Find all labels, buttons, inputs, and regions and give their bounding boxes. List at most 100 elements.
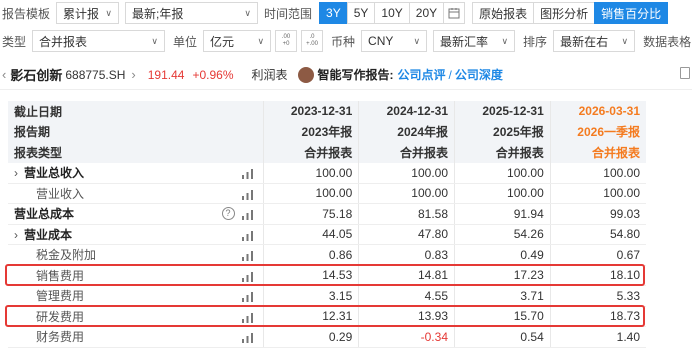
avatar <box>297 66 314 83</box>
decimal-increase-icon[interactable]: .00 +0 <box>275 30 298 52</box>
header-cell: 合并报表 <box>262 142 359 163</box>
currency-label: 币种 <box>331 34 356 49</box>
stock-name[interactable]: 影石创新 <box>10 65 62 84</box>
table-row[interactable]: 财务费用 0.29 -0.34 0.54 1.40 <box>8 326 646 348</box>
value-cell: 100.00 <box>262 183 359 204</box>
calendar-icon[interactable] <box>443 2 466 24</box>
bar-chart-icon[interactable] <box>241 250 253 261</box>
view-sales-pct-button[interactable]: 销售百分比 <box>594 2 669 24</box>
table-row[interactable]: 管理费用 3.15 4.55 3.71 5.33 <box>8 285 646 307</box>
header-cell: 合并报表 <box>549 142 646 163</box>
value-cell: 54.26 <box>454 224 551 245</box>
row-label-cell: 财务费用 <box>8 326 263 348</box>
value-cell: 81.58 <box>358 203 455 225</box>
row-label: 财务费用 <box>36 330 85 345</box>
value-cell: -0.34 <box>358 326 455 348</box>
ai-report-label: 智能写作报告: <box>317 68 394 82</box>
range-20y-button[interactable]: 20Y <box>408 2 445 24</box>
row-label-cell: 税金及附加 <box>8 244 263 266</box>
rate-select[interactable]: 最新汇率 ∨ <box>433 30 516 52</box>
back-chevron-icon[interactable]: ‹ <box>2 67 6 82</box>
table-row[interactable]: 营业总成本? 75.18 81.58 91.94 99.03 <box>8 203 646 225</box>
bar-chart-icon[interactable] <box>241 230 253 241</box>
expand-chevron-icon[interactable]: › <box>14 166 18 180</box>
value-cell: 4.55 <box>358 285 455 307</box>
value-cell: 100.00 <box>358 162 455 184</box>
row-label: 营业总成本 <box>14 207 75 222</box>
period-select[interactable]: 最新;年报 ∨ <box>125 2 259 24</box>
range-3y-button[interactable]: 3Y <box>319 2 348 24</box>
header-cell: 2025-12-31 <box>454 101 551 122</box>
company-depth-link[interactable]: 公司深度 <box>455 66 503 83</box>
value-cell: 1.40 <box>549 326 646 348</box>
header-row: 报表类型 合并报表 合并报表 合并报表 合并报表 <box>8 142 646 163</box>
bar-chart-icon[interactable] <box>241 209 253 220</box>
value-cell: 0.54 <box>454 326 551 348</box>
template-select[interactable]: 累计报 ∨ <box>56 2 120 24</box>
header-row: 截止日期 2023-12-31 2024-12-31 2025-12-31 2026-0… <box>8 101 646 122</box>
report-template-label: 报告模板 <box>2 6 51 21</box>
highlight-box-rd-expense <box>5 305 645 327</box>
range-5y-button[interactable]: 5Y <box>346 2 376 24</box>
bar-chart-icon[interactable] <box>241 189 253 200</box>
value-cell: 0.67 <box>549 244 646 266</box>
header-cell: 合并报表 <box>358 142 455 163</box>
table-row[interactable]: 营业收入 100.00 100.00 100.00 100.00 <box>8 183 646 204</box>
value-cell: 3.71 <box>454 285 551 307</box>
currency-select[interactable]: CNY ∨ <box>361 30 428 52</box>
chevron-down-icon: ∨ <box>257 35 265 46</box>
header-cell: 2023-12-31 <box>262 101 359 122</box>
table-row[interactable]: › 营业总收入 100.00 100.00 100.00 100.00 <box>8 162 646 184</box>
bar-chart-icon[interactable] <box>241 291 253 302</box>
decimal-decrease-icon[interactable]: .0 +.00 <box>301 30 324 52</box>
chevron-down-icon: ∨ <box>501 35 509 46</box>
stock-change: +0.96% <box>192 67 234 82</box>
company-review-link[interactable]: 公司点评 <box>398 66 446 83</box>
value-cell: 0.49 <box>454 244 551 266</box>
header-label: 截止日期 <box>8 101 263 122</box>
row-label: 营业收入 <box>36 186 85 201</box>
unit-select[interactable]: 亿元 ∨ <box>203 30 272 52</box>
row-label: 税金及附加 <box>36 248 97 263</box>
value-cell: 100.00 <box>358 183 455 204</box>
value-cell: 100.00 <box>454 183 551 204</box>
expand-chevron-icon[interactable]: › <box>14 228 18 242</box>
toolbar-row-2: 类型 合并报表 ∨ 单位 亿元 ∨ .00 +0 .0 +.00 币种 CNY ∨ 最新汇… <box>0 28 692 54</box>
time-range-segment: 3Y 5Y 10Y 20Y <box>319 2 466 24</box>
forward-chevron-icon[interactable]: › <box>131 67 135 82</box>
export-icon[interactable] <box>680 67 690 79</box>
chevron-down-icon: ∨ <box>105 7 113 18</box>
value-cell: 3.15 <box>262 285 359 307</box>
header-cell: 2026-03-31 <box>549 101 646 122</box>
view-chart-button[interactable]: 图形分析 <box>533 2 596 24</box>
help-icon[interactable]: ? <box>221 207 235 220</box>
sort-select[interactable]: 最新在右 ∨ <box>553 30 636 52</box>
view-raw-button[interactable]: 原始报表 <box>472 2 535 24</box>
row-label: 营业总收入 <box>24 166 85 180</box>
bar-chart-icon[interactable] <box>241 332 253 343</box>
value-cell: 0.83 <box>358 244 455 266</box>
bar-chart-icon[interactable] <box>241 168 253 179</box>
value-cell: 100.00 <box>549 162 646 184</box>
stock-code: 688775.SH <box>65 67 126 82</box>
unit-label: 单位 <box>173 34 198 49</box>
chevron-down-icon: ∨ <box>151 35 159 46</box>
sort-label: 排序 <box>523 34 548 49</box>
header-cell: 2023年报 <box>262 121 359 142</box>
range-10y-button[interactable]: 10Y <box>374 2 410 24</box>
type-select[interactable]: 合并报表 ∨ <box>32 30 166 52</box>
highlight-box-sales-expense <box>5 264 645 286</box>
row-label: 营业成本 <box>24 227 73 242</box>
row-label: 管理费用 <box>36 289 85 304</box>
data-table-label[interactable]: 数据表格 <box>643 33 691 50</box>
header-cell: 2026一季报 <box>549 121 646 142</box>
header-label: 报表类型 <box>8 142 263 163</box>
header-label: 报告期 <box>8 121 263 142</box>
toolbar-row-1: 报告模板 累计报 ∨ 最新;年报 ∨ 时间范围 3Y 5Y 10Y 20Y 原始报表… <box>0 0 692 26</box>
value-cell: 0.86 <box>262 244 359 266</box>
value-cell: 100.00 <box>549 183 646 204</box>
table-row[interactable]: › 营业成本 44.05 47.80 54.26 54.80 <box>8 224 646 245</box>
header-row: 报告期 2023年报 2024年报 2025年报 2026一季报 <box>8 121 646 142</box>
value-cell: 75.18 <box>262 203 359 225</box>
table-row[interactable]: 税金及附加 0.86 0.83 0.49 0.67 <box>8 244 646 266</box>
